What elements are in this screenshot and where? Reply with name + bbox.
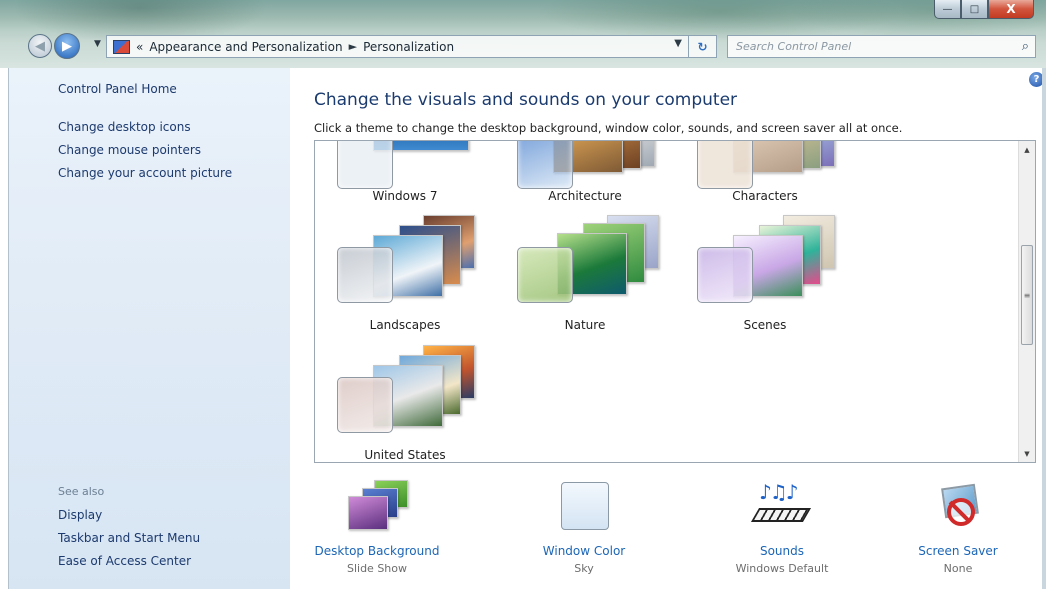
window-color-label[interactable]: Window Color <box>509 544 659 558</box>
theme-preview-thumbnail <box>337 141 469 189</box>
page-subtitle: Click a theme to change the desktop back… <box>314 121 903 135</box>
theme-architecture[interactable]: Architecture <box>495 141 675 213</box>
search-input[interactable]: Search Control Panel ⌕ <box>727 35 1036 58</box>
change-account-picture-link[interactable]: Change your account picture <box>58 166 232 180</box>
theme-preview-thumbnail <box>697 211 835 303</box>
taskbar-and-start-menu-link[interactable]: Taskbar and Start Menu <box>58 531 200 545</box>
theme-preview-thumbnail <box>697 141 835 189</box>
window-border <box>1042 68 1046 589</box>
sounds-label[interactable]: Sounds <box>707 544 857 558</box>
music-notes-icon: ♪♫♪ <box>759 480 798 504</box>
theme-nature[interactable]: Nature <box>495 211 675 332</box>
left-pane: Control Panel Home Change desktop icons … <box>8 68 290 589</box>
main-content: ? Change the visuals and sounds on your … <box>290 68 1046 589</box>
window-color-swatch <box>561 482 609 530</box>
scroll-thumb[interactable]: ≡ <box>1021 245 1033 345</box>
no-entry-icon <box>947 498 975 526</box>
sounds-icon: ♪♫♪ <box>747 480 817 536</box>
theme-preview-thumbnail <box>337 341 475 433</box>
desktop-background-label[interactable]: Desktop Background <box>302 544 452 558</box>
sounds-setting[interactable]: ♪♫♪ Sounds Windows Default <box>707 480 857 575</box>
title-bar: — □ X ◀ ▶ ▼ « Appearance and Personaliza… <box>0 0 1046 68</box>
theme-list[interactable]: Windows 7 Architecture Characters Landsc… <box>314 140 1036 463</box>
breadcrumb-appearance-and-personalization[interactable]: Appearance and Personalization <box>149 40 342 54</box>
theme-united-states[interactable]: United States <box>315 341 495 462</box>
theme-preview-thumbnail <box>337 211 475 303</box>
control-panel-icon <box>113 39 130 54</box>
scroll-up-arrow-icon[interactable]: ▲ <box>1019 141 1035 158</box>
search-placeholder: Search Control Panel <box>736 40 852 53</box>
address-dropdown-icon[interactable]: ▼ <box>674 38 682 49</box>
screen-saver-value: None <box>943 562 973 575</box>
theme-label: Characters <box>732 189 798 203</box>
theme-label: Windows 7 <box>372 189 438 203</box>
theme-characters[interactable]: Characters <box>675 141 855 213</box>
close-button[interactable]: X <box>988 0 1034 19</box>
change-mouse-pointers-link[interactable]: Change mouse pointers <box>58 143 201 157</box>
theme-label: Nature <box>564 318 606 332</box>
address-bar[interactable]: « Appearance and Personalization ► Perso… <box>106 35 717 58</box>
ease-of-access-center-link[interactable]: Ease of Access Center <box>58 554 191 568</box>
theme-label: Architecture <box>548 189 622 203</box>
back-button[interactable]: ◀ <box>28 34 52 58</box>
caption-buttons: — □ X <box>934 0 1034 19</box>
window-color-value: Sky <box>574 562 594 575</box>
window-color-setting[interactable]: Window Color Sky <box>509 480 659 575</box>
control-panel-home-link[interactable]: Control Panel Home <box>58 82 177 96</box>
see-also-heading: See also <box>58 485 105 498</box>
refresh-button[interactable]: ↻ <box>688 35 716 58</box>
display-link[interactable]: Display <box>58 508 102 522</box>
theme-windows-7[interactable]: Windows 7 <box>315 141 495 213</box>
desktop-background-icon <box>342 480 412 536</box>
theme-preview-thumbnail <box>517 141 655 189</box>
navigation-bar: ◀ ▶ ▼ « Appearance and Personalization ►… <box>0 30 1046 60</box>
theme-scenes[interactable]: Scenes <box>675 211 855 332</box>
theme-preview-thumbnail <box>517 211 659 303</box>
minimize-button[interactable]: — <box>934 0 961 19</box>
desktop-background-value: Slide Show <box>346 562 408 575</box>
page-title: Change the visuals and sounds on your co… <box>314 90 738 110</box>
theme-label: Scenes <box>743 318 787 332</box>
maximize-button[interactable]: □ <box>961 0 988 19</box>
theme-label: Landscapes <box>369 318 441 332</box>
piano-keyboard-icon <box>750 508 812 522</box>
sounds-value: Windows Default <box>735 562 829 575</box>
screen-saver-label[interactable]: Screen Saver <box>883 544 1033 558</box>
screen-saver-setting[interactable]: Screen Saver None <box>883 480 1033 575</box>
theme-landscapes[interactable]: Landscapes <box>315 211 495 332</box>
breadcrumb-overflow-button[interactable]: « <box>136 40 143 54</box>
breadcrumb-separator-arrow-icon[interactable]: ► <box>349 40 357 53</box>
screen-saver-icon <box>923 480 993 536</box>
recent-pages-dropdown[interactable]: ▼ <box>94 39 101 49</box>
theme-label: United States <box>364 448 446 462</box>
desktop-background-setting[interactable]: Desktop Background Slide Show <box>302 480 452 575</box>
window-color-icon <box>549 480 619 536</box>
search-icon[interactable]: ⌕ <box>1022 39 1029 54</box>
theme-list-scrollbar[interactable]: ▲ ≡ ▼ <box>1018 141 1035 462</box>
change-desktop-icons-link[interactable]: Change desktop icons <box>58 120 191 134</box>
forward-button[interactable]: ▶ <box>54 33 80 59</box>
scroll-down-arrow-icon[interactable]: ▼ <box>1019 445 1035 462</box>
breadcrumb-personalization[interactable]: Personalization <box>363 40 454 54</box>
